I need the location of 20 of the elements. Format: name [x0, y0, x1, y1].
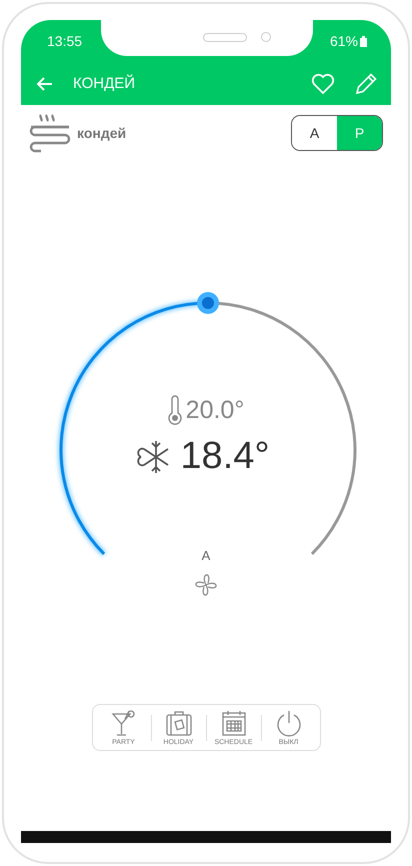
suitcase-icon	[164, 709, 192, 737]
dial-thumb[interactable]	[197, 292, 219, 314]
status-time: 13:55	[47, 33, 82, 49]
front-camera	[261, 32, 271, 42]
heater-icon	[29, 113, 73, 153]
set-temperature: 20.0°	[186, 396, 244, 424]
fan-mode-label: A	[202, 548, 210, 563]
speaker-grille	[203, 33, 247, 42]
battery-icon	[360, 36, 367, 46]
heart-icon[interactable]	[311, 72, 335, 94]
current-temperature: 18.4°	[180, 435, 270, 478]
back-arrow-icon[interactable]	[37, 76, 53, 90]
power-icon	[274, 709, 302, 737]
calendar-icon	[220, 709, 246, 737]
pencil-icon[interactable]	[355, 72, 377, 94]
app-bar-title: КОНДЕЙ	[73, 75, 136, 92]
thermometer-icon	[168, 395, 182, 425]
device-name: кондей	[77, 125, 128, 141]
cocktail-icon	[110, 709, 136, 737]
battery-level: 61%	[330, 33, 358, 49]
